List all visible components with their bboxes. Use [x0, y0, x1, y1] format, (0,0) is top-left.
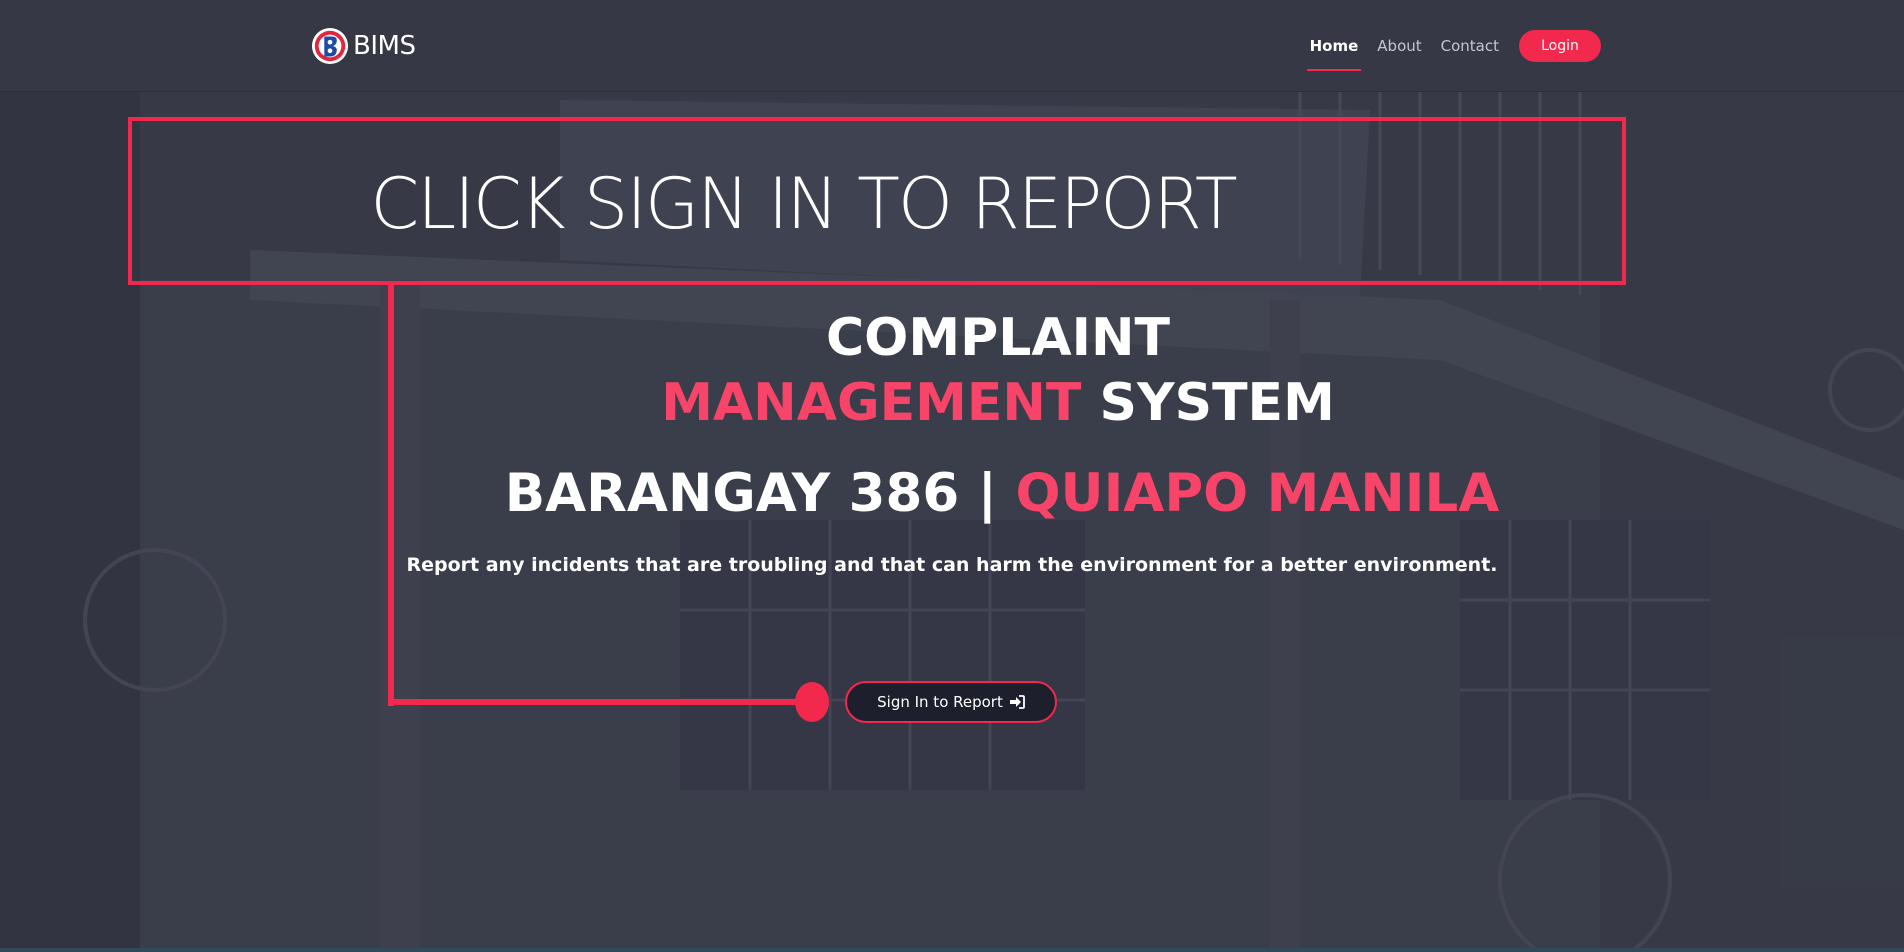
hero-title-line1: COMPLAINT	[0, 308, 1904, 368]
sign-in-callout-box: CLICK SIGN IN TO REPORT	[128, 117, 1626, 285]
sign-in-icon	[1009, 695, 1025, 709]
nav-item-home[interactable]: Home	[1306, 31, 1361, 71]
subtitle-barangay: BARANGAY 386 |	[504, 463, 998, 524]
barangay-seal-icon	[311, 27, 349, 65]
subtitle-location: QUIAPO MANILA	[1015, 463, 1500, 524]
sign-in-button-label: Sign In to Report	[877, 693, 1003, 711]
brand-name: BIMS	[353, 31, 416, 61]
callout-text: CLICK SIGN IN TO REPORT	[370, 163, 1237, 245]
hero-title-line2: MANAGEMENT SYSTEM	[0, 373, 1904, 433]
hero-title-system: SYSTEM	[1099, 373, 1335, 433]
hero-title-management: MANAGEMENT	[661, 373, 1082, 433]
top-navbar: BIMS Home About Contact Login	[0, 0, 1904, 92]
nav-menu: Home About Contact Login	[1306, 30, 1601, 71]
callout-connector-dot	[795, 682, 829, 722]
brand-link[interactable]: BIMS	[311, 26, 416, 66]
hero-title-complaint: COMPLAINT	[826, 308, 1170, 368]
hero-description: Report any incidents that are troubling …	[0, 554, 1904, 576]
callout-connector-horizontal	[388, 699, 812, 705]
sign-in-to-report-button[interactable]: Sign In to Report	[845, 681, 1057, 723]
hero-description-text: Report any incidents that are troubling …	[406, 554, 1498, 576]
login-button[interactable]: Login	[1519, 30, 1601, 62]
hero-subtitle: BARANGAY 386 | QUIAPO MANILA	[0, 463, 1904, 524]
nav-item-about[interactable]: About	[1377, 31, 1421, 61]
bottom-edge-strip	[0, 948, 1904, 952]
landing-page: BIMS Home About Contact Login CLICK SIGN…	[0, 0, 1904, 952]
nav-item-contact[interactable]: Contact	[1441, 31, 1499, 61]
